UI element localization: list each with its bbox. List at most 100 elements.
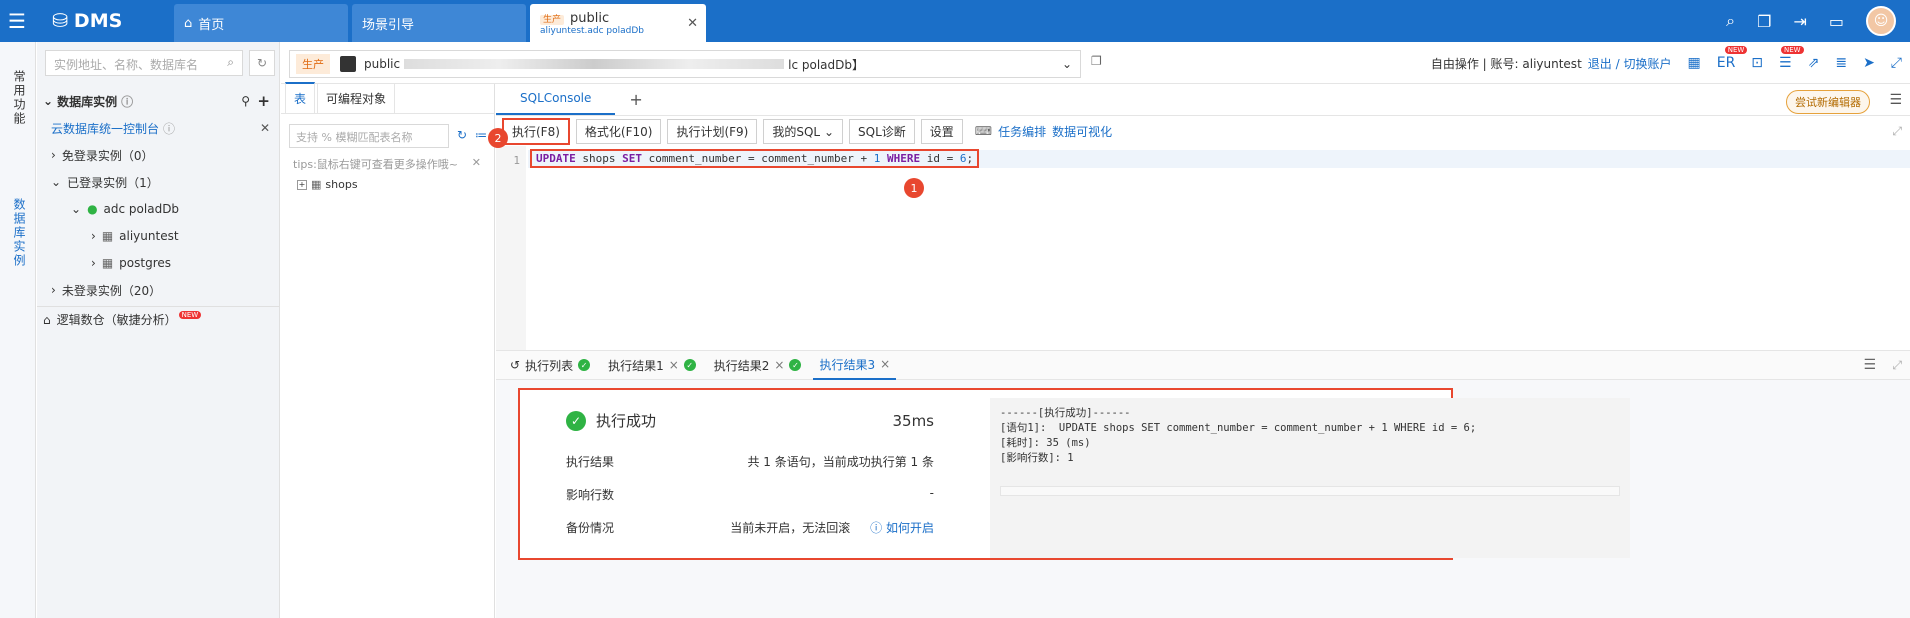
- common-functions-tab[interactable]: 常用功能: [11, 70, 28, 126]
- tab-sqlconsole[interactable]: SQLConsole: [496, 85, 616, 115]
- sql-text: shops: [575, 152, 623, 165]
- left-function-strip: 常用功能 数据库实例: [0, 42, 36, 618]
- task-orchestration-link[interactable]: 任务编排: [998, 123, 1046, 140]
- tab-result-2[interactable]: 执行结果2 × ✓: [708, 357, 808, 374]
- clipboard-icon[interactable]: ❐: [1757, 12, 1771, 31]
- copy-icon[interactable]: ❐: [1091, 54, 1102, 68]
- instance-search-input[interactable]: 实例地址、名称、数据库名 ⌕: [45, 50, 243, 76]
- format-button[interactable]: 格式化(F10): [575, 118, 662, 144]
- execute-button[interactable]: 执行(F8): [502, 117, 570, 145]
- close-icon[interactable]: ✕: [260, 121, 270, 135]
- instance-selector[interactable]: 生产 public lc poladDb】 ⌄: [289, 50, 1081, 78]
- table-search-input[interactable]: 支持 % 模糊匹配表名称: [289, 124, 449, 148]
- tree-node-postgres[interactable]: › ▦ postgres: [37, 250, 280, 276]
- tab-public-label: public: [570, 10, 610, 26]
- result-row: 执行结果 共 1 条语句，当前成功执行第 1 条: [566, 453, 934, 470]
- send-icon[interactable]: ➤: [1863, 55, 1875, 71]
- list-icon[interactable]: ≔: [475, 128, 487, 142]
- refresh-button[interactable]: ↻: [249, 50, 275, 76]
- hamburger-menu-icon[interactable]: ☰: [0, 0, 34, 42]
- db-instances-header[interactable]: ⌄ 数据库实例 ⓘ ⚲ +: [37, 88, 280, 114]
- menu-icon[interactable]: ☰: [1889, 92, 1902, 108]
- result-row: 备份情况 当前未开启，无法回滚 ⓘ 如何开启: [566, 519, 934, 536]
- expand-editor-icon[interactable]: ⤢: [1892, 124, 1902, 139]
- chart-icon[interactable]: ⊡: [1751, 55, 1763, 71]
- close-icon[interactable]: ×: [774, 358, 784, 372]
- help-icon[interactable]: ⓘ: [163, 120, 175, 137]
- database-icon: ▦: [101, 256, 114, 270]
- help-icon[interactable]: ⓘ: [121, 93, 133, 110]
- chevron-down-icon[interactable]: ⌄: [1062, 57, 1072, 71]
- list-icon[interactable]: ≣: [1835, 55, 1847, 71]
- brand-logo[interactable]: ⛁ DMS: [34, 10, 174, 32]
- minimize-icon[interactable]: ▭: [1829, 12, 1844, 31]
- add-icon[interactable]: +: [257, 92, 270, 110]
- close-icon[interactable]: ×: [880, 357, 890, 371]
- sql-statement[interactable]: UPDATE shops SET comment_number = commen…: [530, 149, 980, 168]
- er-diagram-button[interactable]: ER NEW: [1717, 46, 1748, 71]
- logic-db-section[interactable]: ⌂ 逻辑数仓（敏捷分析） NEW: [37, 306, 280, 332]
- tree-node-not-logged[interactable]: › 未登录实例（20）: [37, 277, 280, 303]
- cloud-console-link[interactable]: 云数据库统一控制台 ⓘ ✕: [37, 115, 280, 141]
- expand-result-icon[interactable]: ⤢: [1892, 358, 1902, 373]
- db-instances-tab[interactable]: 数据库实例: [11, 198, 28, 268]
- fullscreen-icon[interactable]: ⤢: [1891, 55, 1902, 71]
- success-check-icon: ✓: [683, 359, 696, 371]
- try-new-editor-button[interactable]: 尝试新编辑器: [1786, 90, 1870, 114]
- tab-result-3[interactable]: 执行结果3 ×: [813, 350, 897, 380]
- tips-text: tips:鼠标右键可查看更多操作哦~ ✕: [293, 156, 483, 172]
- how-to-enable-link[interactable]: 如何开启: [886, 521, 934, 535]
- close-icon[interactable]: ✕: [472, 156, 481, 169]
- tree-node-adc-poladdb[interactable]: ⌄ ● adc poladDb: [37, 196, 280, 222]
- tab-public-console[interactable]: 生产 public aliyuntest.adc poladDb ✕: [530, 4, 706, 42]
- help-icon: ⓘ: [870, 521, 883, 535]
- tab-result-1[interactable]: 执行结果1 × ✓: [602, 357, 702, 374]
- instance-search-placeholder: 实例地址、名称、数据库名: [54, 58, 199, 72]
- export-icon[interactable]: ⇗: [1808, 55, 1820, 71]
- switch-account-link[interactable]: / 切换账户: [1616, 57, 1672, 71]
- close-icon[interactable]: ×: [669, 358, 679, 372]
- tree-node-label: adc poladDb: [103, 202, 180, 216]
- filter-icon[interactable]: ⚲: [241, 94, 250, 108]
- my-sql-dropdown[interactable]: 我的SQL ⌄: [763, 118, 843, 144]
- log-horizontal-scrollbar[interactable]: [1000, 486, 1620, 496]
- tab-scene-guide[interactable]: 场景引导: [352, 4, 526, 42]
- table-item-shops[interactable]: + ▦ shops: [297, 178, 358, 191]
- tips-label: tips:鼠标右键可查看更多操作哦~: [293, 158, 459, 171]
- tree-node-free-login[interactable]: › 免登录实例（0）: [37, 142, 280, 168]
- tab-home-label: 首页: [198, 17, 225, 33]
- tab-tables[interactable]: 表: [285, 82, 316, 113]
- execution-plan-button[interactable]: 执行计划(F9): [667, 118, 758, 144]
- sql-editor[interactable]: 1 UPDATE shops SET comment_number = comm…: [496, 146, 1910, 350]
- tab-programmable-objects[interactable]: 可编程对象: [317, 83, 396, 113]
- list-icon[interactable]: ☰: [1863, 357, 1876, 373]
- chevron-right-icon: ›: [91, 229, 96, 243]
- tab-label: 执行列表: [525, 358, 574, 373]
- tab-home[interactable]: ⌂ 首页: [174, 4, 348, 42]
- table-icon[interactable]: ▦: [1687, 55, 1700, 71]
- object-tabs: 表 可编程对象: [281, 82, 494, 114]
- refresh-icon[interactable]: ↻: [457, 128, 467, 142]
- logout-link[interactable]: 退出: [1588, 57, 1612, 71]
- export-icon[interactable]: ⇥: [1793, 12, 1806, 31]
- avatar[interactable]: ☺: [1866, 6, 1896, 36]
- keyboard-icon[interactable]: ⌨: [975, 124, 992, 138]
- execution-log: ------[执行成功]------ [语句1]: UPDATE shops S…: [990, 398, 1630, 558]
- sql-diagnose-button[interactable]: SQL诊断: [849, 118, 915, 144]
- brand-name: DMS: [73, 10, 123, 32]
- result-panel: ✓ 执行成功 35ms 执行结果 共 1 条语句，当前成功执行第 1 条 影响行…: [496, 380, 1910, 618]
- instance-bar: 生产 public lc poladDb】 ⌄ ❐ 自由操作 | 账号: ali…: [281, 42, 1910, 84]
- settings-button[interactable]: 设置: [920, 118, 963, 144]
- postgres-db-icon: ●: [87, 202, 98, 216]
- tree-node-aliyuntest[interactable]: › ▦ aliyuntest: [37, 223, 280, 249]
- search-icon[interactable]: ⌕: [1726, 11, 1735, 31]
- add-tab-icon[interactable]: +: [615, 84, 656, 115]
- document-icon[interactable]: ☰ NEW: [1779, 46, 1804, 71]
- tab-execution-list[interactable]: ↺ 执行列表 ✓: [504, 357, 596, 374]
- data-visualization-link[interactable]: 数据可视化: [1052, 123, 1112, 140]
- close-tab-icon[interactable]: ✕: [687, 16, 698, 31]
- search-icon[interactable]: ⌕: [227, 55, 234, 70]
- instance-icon: [340, 56, 356, 72]
- expand-icon[interactable]: +: [297, 179, 307, 190]
- tree-node-logged-in[interactable]: ⌄ 已登录实例（1）: [37, 169, 280, 195]
